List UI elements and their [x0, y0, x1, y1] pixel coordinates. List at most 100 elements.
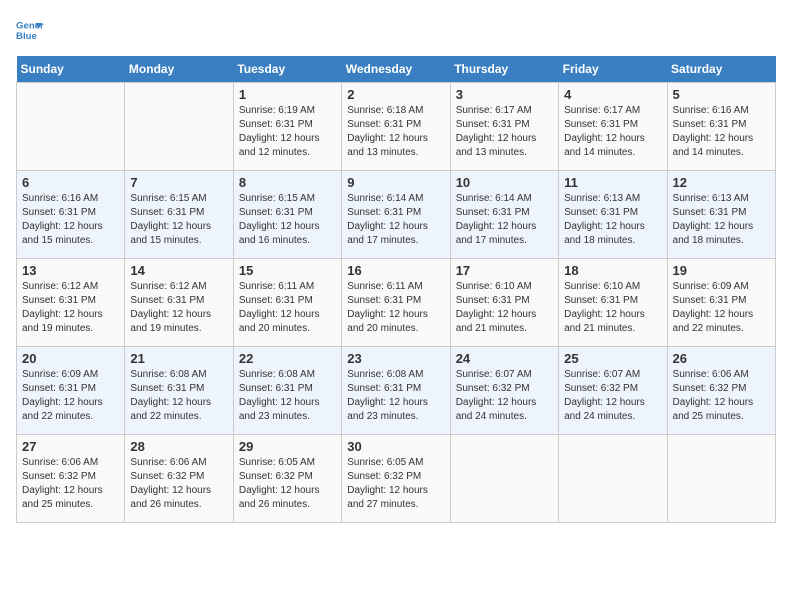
- calendar-week-row: 20 Sunrise: 6:09 AM Sunset: 6:31 PM Dayli…: [17, 347, 776, 435]
- day-number: 11: [564, 175, 661, 190]
- calendar-cell: 15 Sunrise: 6:11 AM Sunset: 6:31 PM Dayli…: [233, 259, 341, 347]
- calendar-cell: 8Sunrise: 6:15 AM Sunset: 6:31 PM Daylig…: [233, 171, 341, 259]
- day-info: Sunrise: 6:08 AM Sunset: 6:31 PM Dayligh…: [130, 368, 227, 424]
- day-number: 3: [456, 87, 553, 102]
- calendar-cell: 20 Sunrise: 6:09 AM Sunset: 6:31 PM Dayli…: [17, 347, 125, 435]
- calendar-cell: 21Sunrise: 6:08 AM Sunset: 6:31 PM Dayli…: [125, 347, 233, 435]
- day-number: 5: [673, 87, 770, 102]
- day-info: Sunrise: 6:09 AM Sunset: 6:31 PM Dayligh…: [673, 280, 770, 336]
- day-number: 23: [347, 351, 444, 366]
- day-header-thursday: Thursday: [450, 56, 558, 83]
- calendar-cell: 6Sunrise: 6:16 AM Sunset: 6:31 PM Daylig…: [17, 171, 125, 259]
- day-info: Sunrise: 6:11 AM Sunset: 6:31 PM Dayligh…: [347, 280, 444, 336]
- calendar-cell: [125, 83, 233, 171]
- calendar-cell: 11Sunrise: 6:13 AM Sunset: 6:31 PM Dayli…: [559, 171, 667, 259]
- calendar-cell: [667, 435, 775, 523]
- day-number: 18: [564, 263, 661, 278]
- day-number: 25: [564, 351, 661, 366]
- calendar-cell: 19Sunrise: 6:09 AM Sunset: 6:31 PM Dayli…: [667, 259, 775, 347]
- calendar-header-row: SundayMondayTuesdayWednesdayThursdayFrid…: [17, 56, 776, 83]
- calendar-cell: 14 Sunrise: 6:12 AM Sunset: 6:31 PM Dayli…: [125, 259, 233, 347]
- calendar-cell: 1 Sunrise: 6:19 AM Sunset: 6:31 PM Daylig…: [233, 83, 341, 171]
- day-number: 17: [456, 263, 553, 278]
- day-info: Sunrise: 6:06 AM Sunset: 6:32 PM Dayligh…: [130, 456, 227, 512]
- calendar-cell: 9 Sunrise: 6:14 AM Sunset: 6:31 PM Daylig…: [342, 171, 450, 259]
- day-number: 27: [22, 439, 119, 454]
- day-info: Sunrise: 6:10 AM Sunset: 6:31 PM Dayligh…: [564, 280, 661, 336]
- day-header-saturday: Saturday: [667, 56, 775, 83]
- calendar-cell: 26 Sunrise: 6:06 AM Sunset: 6:32 PM Dayli…: [667, 347, 775, 435]
- calendar-cell: 23 Sunrise: 6:08 AM Sunset: 6:31 PM Dayli…: [342, 347, 450, 435]
- calendar-cell: 18 Sunrise: 6:10 AM Sunset: 6:31 PM Dayli…: [559, 259, 667, 347]
- day-info: Sunrise: 6:06 AM Sunset: 6:32 PM Dayligh…: [673, 368, 770, 424]
- calendar-cell: 17 Sunrise: 6:10 AM Sunset: 6:31 PM Dayli…: [450, 259, 558, 347]
- day-number: 16: [347, 263, 444, 278]
- day-info: Sunrise: 6:07 AM Sunset: 6:32 PM Dayligh…: [456, 368, 553, 424]
- day-header-monday: Monday: [125, 56, 233, 83]
- day-number: 26: [673, 351, 770, 366]
- day-number: 2: [347, 87, 444, 102]
- calendar-cell: [17, 83, 125, 171]
- day-number: 1: [239, 87, 336, 102]
- day-info: Sunrise: 6:18 AM Sunset: 6:31 PM Dayligh…: [347, 104, 444, 160]
- day-number: 7: [130, 175, 227, 190]
- day-number: 14: [130, 263, 227, 278]
- day-info: Sunrise: 6:05 AM Sunset: 6:32 PM Dayligh…: [239, 456, 336, 512]
- calendar-body: 1 Sunrise: 6:19 AM Sunset: 6:31 PM Daylig…: [17, 83, 776, 523]
- day-info: Sunrise: 6:12 AM Sunset: 6:31 PM Dayligh…: [22, 280, 119, 336]
- day-info: Sunrise: 6:14 AM Sunset: 6:31 PM Dayligh…: [456, 192, 553, 248]
- page-header: General Blue: [16, 16, 776, 44]
- day-info: Sunrise: 6:17 AM Sunset: 6:31 PM Dayligh…: [564, 104, 661, 160]
- calendar-cell: 30 Sunrise: 6:05 AM Sunset: 6:32 PM Dayli…: [342, 435, 450, 523]
- day-info: Sunrise: 6:17 AM Sunset: 6:31 PM Dayligh…: [456, 104, 553, 160]
- day-number: 4: [564, 87, 661, 102]
- logo: General Blue: [16, 16, 44, 44]
- calendar-cell: 7 Sunrise: 6:15 AM Sunset: 6:31 PM Daylig…: [125, 171, 233, 259]
- calendar-week-row: 1 Sunrise: 6:19 AM Sunset: 6:31 PM Daylig…: [17, 83, 776, 171]
- day-info: Sunrise: 6:19 AM Sunset: 6:31 PM Dayligh…: [239, 104, 336, 160]
- day-number: 24: [456, 351, 553, 366]
- day-info: Sunrise: 6:11 AM Sunset: 6:31 PM Dayligh…: [239, 280, 336, 336]
- calendar-cell: 10 Sunrise: 6:14 AM Sunset: 6:31 PM Dayli…: [450, 171, 558, 259]
- day-number: 13: [22, 263, 119, 278]
- calendar-week-row: 13 Sunrise: 6:12 AM Sunset: 6:31 PM Dayli…: [17, 259, 776, 347]
- day-number: 15: [239, 263, 336, 278]
- calendar-cell: [559, 435, 667, 523]
- day-header-friday: Friday: [559, 56, 667, 83]
- calendar-cell: 29Sunrise: 6:05 AM Sunset: 6:32 PM Dayli…: [233, 435, 341, 523]
- calendar-cell: 16 Sunrise: 6:11 AM Sunset: 6:31 PM Dayli…: [342, 259, 450, 347]
- day-info: Sunrise: 6:13 AM Sunset: 6:31 PM Dayligh…: [673, 192, 770, 248]
- calendar-cell: 25Sunrise: 6:07 AM Sunset: 6:32 PM Dayli…: [559, 347, 667, 435]
- day-number: 9: [347, 175, 444, 190]
- calendar-cell: 12 Sunrise: 6:13 AM Sunset: 6:31 PM Dayli…: [667, 171, 775, 259]
- calendar-week-row: 27 Sunrise: 6:06 AM Sunset: 6:32 PM Dayli…: [17, 435, 776, 523]
- day-header-wednesday: Wednesday: [342, 56, 450, 83]
- calendar-table: SundayMondayTuesdayWednesdayThursdayFrid…: [16, 56, 776, 523]
- day-number: 20: [22, 351, 119, 366]
- day-number: 12: [673, 175, 770, 190]
- day-info: Sunrise: 6:12 AM Sunset: 6:31 PM Dayligh…: [130, 280, 227, 336]
- calendar-cell: 4 Sunrise: 6:17 AM Sunset: 6:31 PM Daylig…: [559, 83, 667, 171]
- calendar-cell: 5Sunrise: 6:16 AM Sunset: 6:31 PM Daylig…: [667, 83, 775, 171]
- day-number: 30: [347, 439, 444, 454]
- day-info: Sunrise: 6:08 AM Sunset: 6:31 PM Dayligh…: [347, 368, 444, 424]
- day-info: Sunrise: 6:09 AM Sunset: 6:31 PM Dayligh…: [22, 368, 119, 424]
- day-number: 22: [239, 351, 336, 366]
- logo-icon: General Blue: [16, 16, 44, 44]
- day-info: Sunrise: 6:10 AM Sunset: 6:31 PM Dayligh…: [456, 280, 553, 336]
- day-number: 28: [130, 439, 227, 454]
- day-info: Sunrise: 6:14 AM Sunset: 6:31 PM Dayligh…: [347, 192, 444, 248]
- calendar-week-row: 6Sunrise: 6:16 AM Sunset: 6:31 PM Daylig…: [17, 171, 776, 259]
- day-info: Sunrise: 6:15 AM Sunset: 6:31 PM Dayligh…: [239, 192, 336, 248]
- day-header-tuesday: Tuesday: [233, 56, 341, 83]
- calendar-cell: [450, 435, 558, 523]
- day-number: 10: [456, 175, 553, 190]
- calendar-cell: 27 Sunrise: 6:06 AM Sunset: 6:32 PM Dayli…: [17, 435, 125, 523]
- day-info: Sunrise: 6:15 AM Sunset: 6:31 PM Dayligh…: [130, 192, 227, 248]
- day-info: Sunrise: 6:06 AM Sunset: 6:32 PM Dayligh…: [22, 456, 119, 512]
- day-info: Sunrise: 6:05 AM Sunset: 6:32 PM Dayligh…: [347, 456, 444, 512]
- calendar-cell: 28 Sunrise: 6:06 AM Sunset: 6:32 PM Dayli…: [125, 435, 233, 523]
- day-header-sunday: Sunday: [17, 56, 125, 83]
- day-info: Sunrise: 6:16 AM Sunset: 6:31 PM Dayligh…: [22, 192, 119, 248]
- calendar-cell: 22Sunrise: 6:08 AM Sunset: 6:31 PM Dayli…: [233, 347, 341, 435]
